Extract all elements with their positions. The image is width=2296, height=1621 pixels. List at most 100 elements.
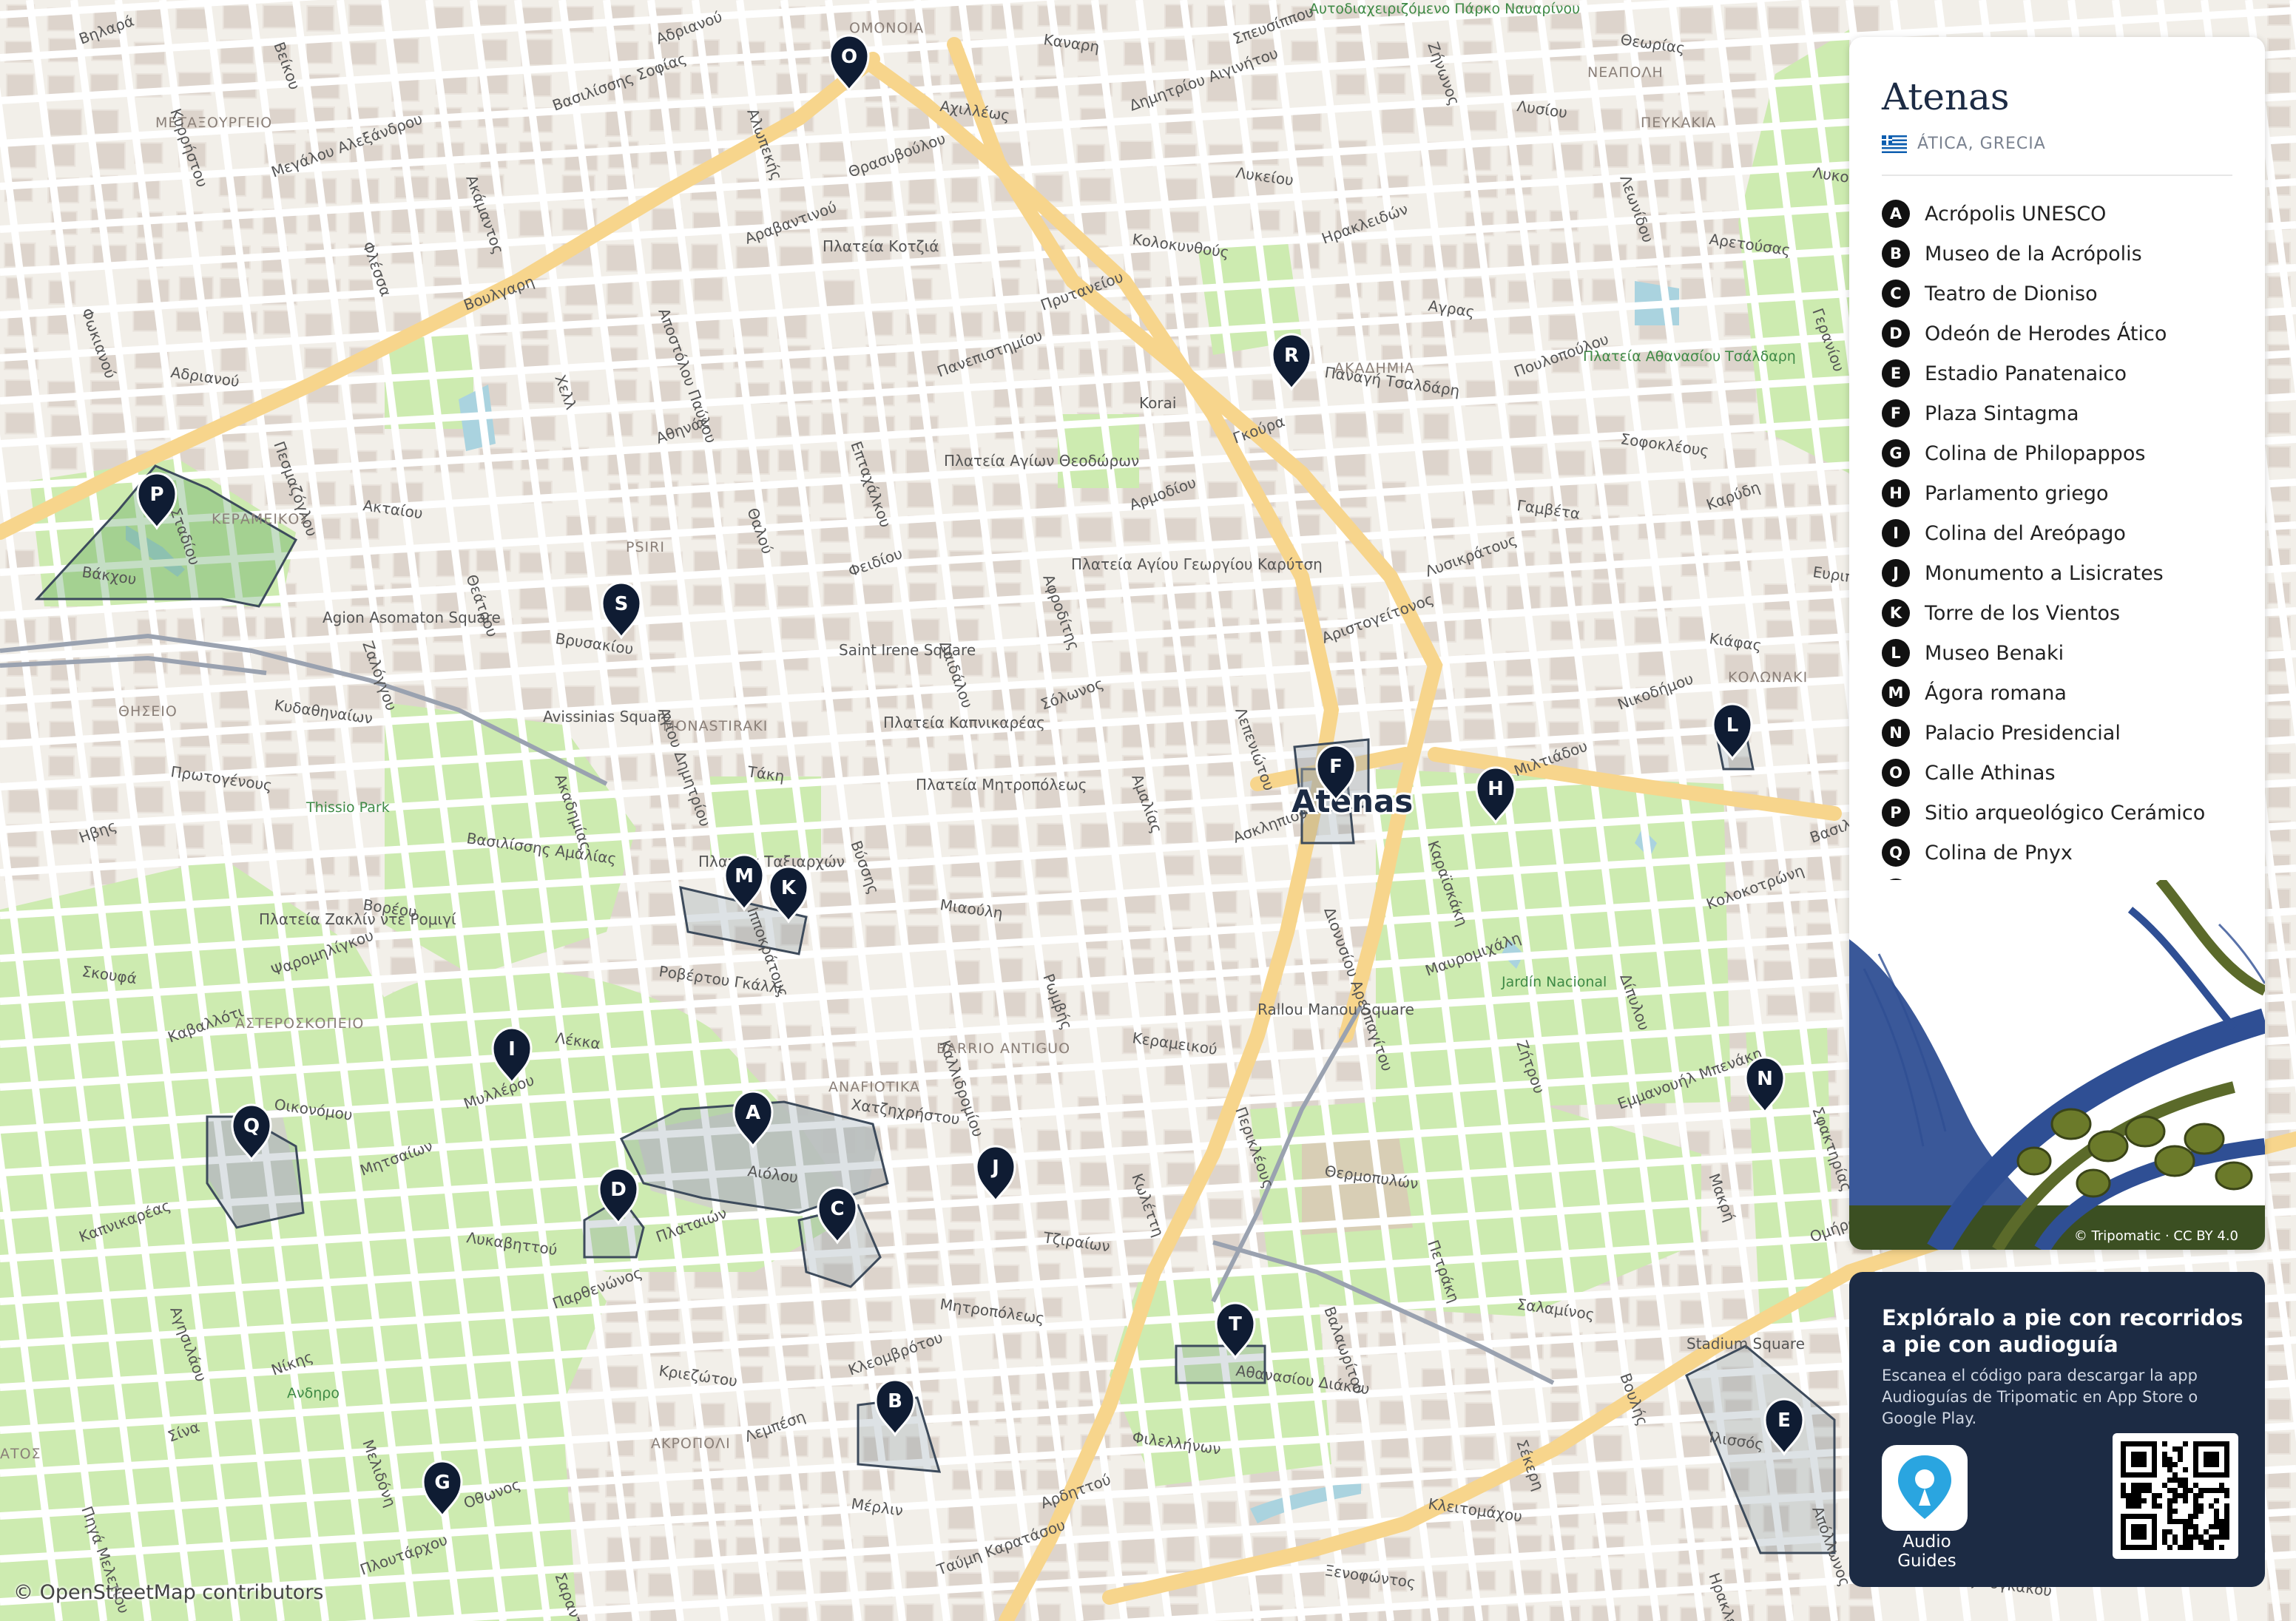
svg-text:Stadium Square: Stadium Square <box>1686 1335 1805 1353</box>
poi-name: Teatro de Dioniso <box>1925 282 2098 305</box>
poi-letter-badge: B <box>1882 240 1910 268</box>
poi-name: Acrópolis UNESCO <box>1925 202 2107 226</box>
poi-list-item[interactable]: P Sitio arqueológico Cerámico <box>1882 793 2205 833</box>
map-pin-letter: A <box>746 1102 760 1124</box>
region-subtitle: ÁTICA, GRECIA <box>1917 135 2046 153</box>
poi-letter-badge: D <box>1882 319 1910 348</box>
greek-flag-icon <box>1882 135 1907 153</box>
poi-list-item[interactable]: G Colina de Philopappos <box>1882 433 2205 473</box>
poi-letter-badge: L <box>1882 639 1910 667</box>
poi-list-item[interactable]: D Odeón de Herodes Ático <box>1882 314 2205 353</box>
svg-text:Thissio Park: Thissio Park <box>305 799 390 816</box>
poi-letter-badge: C <box>1882 280 1910 308</box>
map-pin-letter: K <box>781 877 797 899</box>
svg-text:ΝΕΑΠΟΛΗ: ΝΕΑΠΟΛΗ <box>1587 64 1664 81</box>
poi-list-item[interactable]: C Teatro de Dioniso <box>1882 274 2205 314</box>
qr-code-icon[interactable] <box>2113 1433 2238 1559</box>
poi-letter-badge: P <box>1882 799 1910 827</box>
svg-text:Πλατεία Αγίου Γεωργίου Καρύτση: Πλατεία Αγίου Γεωργίου Καρύτση <box>1071 555 1323 573</box>
promo-heading: Explóralo a pie con recorridos a pie con… <box>1882 1305 2243 1357</box>
svg-text:Πλατεία Ζακλίν ντε Ρομιγί: Πλατεία Ζακλίν ντε Ρομιγί <box>259 910 456 928</box>
osm-attribution: © OpenStreetMap contributors <box>13 1581 324 1604</box>
poi-letter-badge: O <box>1882 759 1910 787</box>
poi-list-item[interactable]: M Ágora romana <box>1882 673 2205 713</box>
poi-list-item[interactable]: N Palacio Presidencial <box>1882 713 2205 753</box>
svg-text:ΚΕΡΑΜΕΙΚΟΣ: ΚΕΡΑΜΕΙΚΟΣ <box>212 511 309 527</box>
map-pin-letter: S <box>615 593 629 615</box>
region-row: ÁTICA, GRECIA <box>1882 135 2046 153</box>
poi-list-item[interactable]: Q Colina de Pnyx <box>1882 833 2205 873</box>
poi-name: Calle Athinas <box>1925 761 2056 785</box>
audio-guide-promo: Explóralo a pie con recorridos a pie con… <box>1849 1272 2265 1587</box>
app-label: Audio Guides <box>1897 1532 1956 1571</box>
tripomatic-credit: © Tripomatic · CC BY 4.0 <box>2073 1228 2238 1244</box>
svg-text:ΑΣΤΕΡΟΣΚΟΠΕΙΟ: ΑΣΤΕΡΟΣΚΟΠΕΙΟ <box>235 1015 364 1032</box>
location-pin-app-icon[interactable] <box>1882 1445 1968 1531</box>
city-label: Atenas <box>1292 783 1413 819</box>
map-pin-letter: J <box>990 1157 999 1179</box>
poi-name: Estadio Panatenaico <box>1925 362 2127 385</box>
map-pin-letter: N <box>1757 1068 1773 1090</box>
svg-text:ΟΜΟΝΟΙΑ: ΟΜΟΝΟΙΑ <box>849 20 924 36</box>
map-pin-letter: H <box>1488 778 1504 800</box>
svg-text:Rallou Manou Square: Rallou Manou Square <box>1257 1001 1414 1018</box>
poi-name: Colina de Philopappos <box>1925 441 2146 465</box>
svg-text:Agion Asomaton Square: Agion Asomaton Square <box>323 609 501 626</box>
svg-text:ΑΚΡΟΠΟΛΙ: ΑΚΡΟΠΟΛΙ <box>651 1435 731 1452</box>
sidebar-card: Atenas ÁTICA, GRECIA A Acrópolis UNESCO B M… <box>1849 37 2265 1250</box>
svg-text:Πλατεία Καπνικαρέας: Πλατεία Καπνικαρέας <box>883 714 1045 731</box>
svg-text:ΚΟΛΩΝΑΚΙ: ΚΟΛΩΝΑΚΙ <box>1728 669 1808 686</box>
poi-list-item[interactable]: F Plaza Sintagma <box>1882 393 2205 433</box>
poi-letter-badge: G <box>1882 439 1910 467</box>
poi-name: Plaza Sintagma <box>1925 402 2079 425</box>
svg-text:Avissinias Square: Avissinias Square <box>543 708 672 725</box>
poi-name: Colina de Pnyx <box>1925 841 2073 864</box>
map-pin-letter: B <box>888 1390 902 1412</box>
svg-text:Πλατεία Αθανασίου Τσάλδαρη: Πλατεία Αθανασίου Τσάλδαρη <box>1583 348 1796 365</box>
poi-name: Torre de los Vientos <box>1925 601 2121 625</box>
svg-text:Jardín Nacional: Jardín Nacional <box>1501 974 1607 990</box>
poi-name: Odeón de Herodes Ático <box>1925 322 2167 345</box>
poi-list: A Acrópolis UNESCO B Museo de la Acrópolis C… <box>1882 194 2205 992</box>
map-pin-letter: T <box>1229 1313 1242 1336</box>
poi-list-item[interactable]: E Estadio Panatenaico <box>1882 353 2205 393</box>
poi-name: Colina del Areópago <box>1925 521 2126 545</box>
map-pin-letter: Q <box>243 1115 260 1137</box>
map-pin-letter: F <box>1329 756 1343 778</box>
map-pin-letter: D <box>610 1179 627 1201</box>
poi-list-item[interactable]: A Acrópolis UNESCO <box>1882 194 2205 234</box>
divider <box>1882 175 2232 176</box>
poi-letter-badge: J <box>1882 559 1910 587</box>
poi-list-item[interactable]: I Colina del Areópago <box>1882 513 2205 553</box>
svg-text:Korai: Korai <box>1139 394 1176 412</box>
map-pin-letter: R <box>1284 345 1299 367</box>
poi-letter-badge: F <box>1882 399 1910 427</box>
poi-list-item[interactable]: O Calle Athinas <box>1882 753 2205 793</box>
poi-letter-badge: E <box>1882 359 1910 388</box>
map-pin-letter: I <box>508 1038 516 1060</box>
svg-text:PSIRI: PSIRI <box>626 539 665 555</box>
poi-list-item[interactable]: K Torre de los Vientos <box>1882 593 2205 633</box>
poi-list-item[interactable]: B Museo de la Acrópolis <box>1882 234 2205 274</box>
poi-list-item[interactable]: H Parlamento griego <box>1882 473 2205 513</box>
poi-letter-badge: Q <box>1882 839 1910 867</box>
poi-letter-badge: N <box>1882 719 1910 747</box>
poi-name: Sitio arqueológico Cerámico <box>1925 801 2206 825</box>
map-pin-letter: M <box>735 865 754 887</box>
map-pin-letter: L <box>1726 714 1739 737</box>
map-pin-letter: O <box>841 46 857 68</box>
svg-text:Πλατεία Ταξιαρχών: Πλατεία Ταξιαρχών <box>698 853 845 870</box>
svg-text:Ανδηρο: Ανδηρο <box>287 1385 340 1401</box>
poi-list-item[interactable]: L Museo Benaki <box>1882 633 2205 673</box>
poi-list-item[interactable]: J Monumento a Lisicrates <box>1882 553 2205 593</box>
poi-name: Parlamento griego <box>1925 481 2109 505</box>
svg-text:Πλατεία Αγίων Θεοδώρων: Πλατεία Αγίων Θεοδώρων <box>944 452 1139 470</box>
poi-letter-badge: A <box>1882 200 1910 228</box>
svg-text:Πλατεία Κοτζιά: Πλατεία Κοτζιά <box>823 237 939 255</box>
poi-letter-badge: I <box>1882 519 1910 547</box>
map-pin-letter: P <box>149 484 163 506</box>
map-pin-letter: E <box>1777 1410 1791 1432</box>
poi-name: Palacio Presidencial <box>1925 721 2121 745</box>
svg-text:Αυτοδιαχειριζόμενο Πάρκο Ναυαρ: Αυτοδιαχειριζόμενο Πάρκο Ναυαρίνου <box>1309 1 1580 17</box>
poi-name: Monumento a Lisicrates <box>1925 561 2164 585</box>
